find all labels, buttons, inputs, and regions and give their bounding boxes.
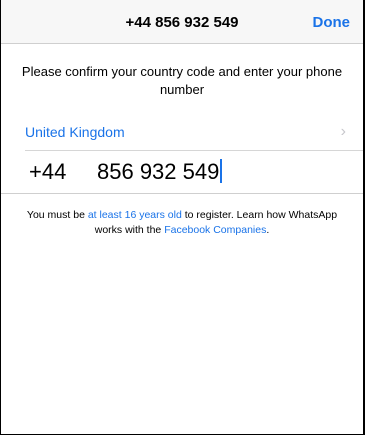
facebook-companies-link[interactable]: Facebook Companies xyxy=(164,224,266,236)
terms-part-3: . xyxy=(266,224,270,236)
text-cursor xyxy=(220,159,223,183)
terms-text: You must be at least 16 years old to reg… xyxy=(25,208,339,238)
phone-number-field[interactable]: 856 932 549 xyxy=(97,159,223,185)
phone-entry-screen: +44 856 932 549 Done Please confirm your… xyxy=(0,0,365,435)
terms-part-1: You must be xyxy=(26,209,88,221)
country-code-field[interactable]: +44 xyxy=(29,159,66,185)
done-button[interactable]: Done xyxy=(313,14,351,31)
page-title: +44 856 932 549 xyxy=(125,14,239,31)
navigation-bar: +44 856 932 549 Done xyxy=(1,0,363,44)
instruction-text: Please confirm your country code and ent… xyxy=(21,64,343,97)
divider xyxy=(1,193,363,194)
age-requirement-link[interactable]: at least 16 years old xyxy=(88,209,182,221)
country-selector[interactable]: United Kingdom › xyxy=(1,115,363,149)
chevron-right-icon: › xyxy=(340,123,346,140)
phone-input-row: +44 856 932 549 xyxy=(1,151,363,193)
phone-number-value: 856 932 549 xyxy=(97,159,220,184)
country-name: United Kingdom xyxy=(25,124,125,140)
